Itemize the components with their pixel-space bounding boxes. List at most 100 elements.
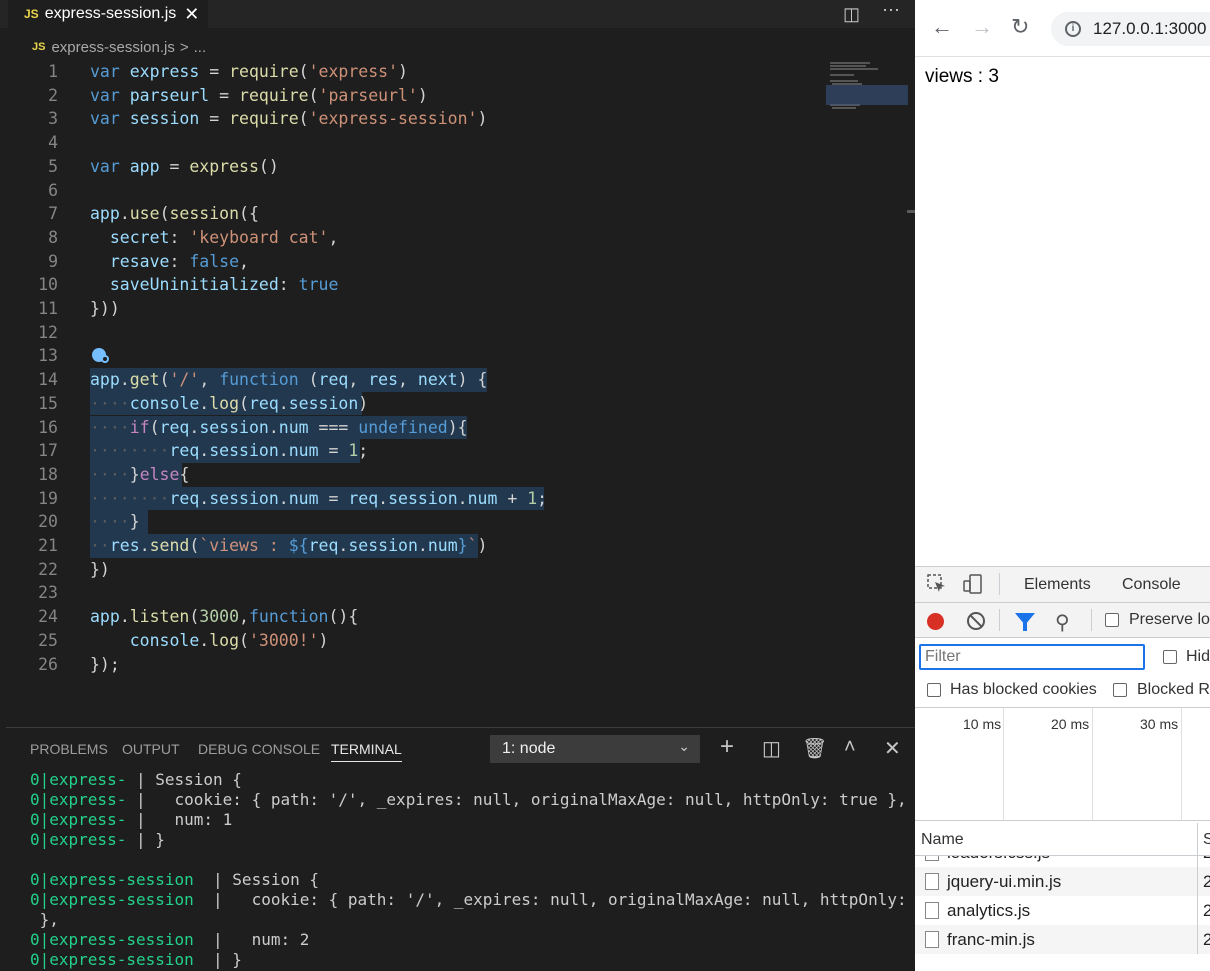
code-text: ····console.log(req.session) bbox=[90, 393, 369, 413]
code-text: ····if(req.session.num === undefined){ bbox=[90, 417, 468, 437]
code-line[interactable]: 11})) bbox=[0, 297, 830, 321]
devtools-tab-elements[interactable]: Elements bbox=[1024, 576, 1091, 594]
file-icon bbox=[925, 856, 939, 861]
code-line[interactable]: 8 secret: 'keyboard cat', bbox=[0, 226, 830, 250]
preserve-log-label: Preserve lo bbox=[1129, 611, 1210, 628]
status-column-header[interactable]: S bbox=[1203, 831, 1210, 849]
address-bar[interactable]: i 127.0.0.1:3000 bbox=[1051, 12, 1210, 46]
line-number: 16 bbox=[38, 417, 58, 437]
code-line[interactable]: 9 resave: false, bbox=[0, 250, 830, 274]
trash-icon[interactable]: 🗑 bbox=[802, 736, 827, 761]
code-line[interactable]: 1 var express = require('express') bbox=[0, 60, 830, 84]
hide-data-urls-checkbox[interactable] bbox=[1163, 650, 1177, 664]
plus-icon[interactable]: + bbox=[720, 733, 734, 761]
code-line[interactable]: 17 ········req.session.num = 1; bbox=[0, 439, 830, 463]
line-number: 8 bbox=[48, 227, 58, 247]
terminal-line: 0|express- | num: 1 bbox=[30, 810, 233, 829]
code-line[interactable]: 13 bbox=[0, 344, 830, 368]
terminal-select[interactable]: 1: node ⌄ bbox=[490, 735, 700, 763]
terminal-line: 0|express- | } bbox=[30, 830, 165, 849]
code-line[interactable]: 16 ····if(req.session.num === undefined){ bbox=[0, 415, 830, 440]
bottom-panel: PROBLEMS OUTPUT DEBUG CONSOLE TERMINAL 1… bbox=[6, 727, 915, 971]
terminal-line: 0|express-session | cookie: { path: '/',… bbox=[30, 890, 915, 909]
split-terminal-icon[interactable]: ◫ bbox=[762, 736, 781, 761]
breadcrumb-file[interactable]: express-session.js bbox=[51, 39, 174, 56]
code-text: ········req.session.num = 1; bbox=[90, 441, 369, 461]
request-status: 2 bbox=[1203, 856, 1210, 863]
code-text: resave: false, bbox=[109, 251, 249, 271]
inspect-element-icon[interactable] bbox=[927, 574, 947, 594]
has-blocked-cookies-checkbox[interactable] bbox=[927, 683, 941, 697]
line-number: 21 bbox=[38, 536, 58, 555]
editor-scrollbar[interactable] bbox=[907, 210, 915, 213]
tab-output[interactable]: OUTPUT bbox=[122, 741, 180, 757]
more-actions-icon[interactable]: ⋯ bbox=[882, 0, 900, 21]
record-icon[interactable] bbox=[927, 613, 944, 630]
name-column-header[interactable]: Name bbox=[921, 831, 964, 849]
code-line[interactable]: 23 bbox=[0, 581, 830, 605]
code-line[interactable]: 4 bbox=[0, 131, 830, 155]
code-text: secret: 'keyboard cat', bbox=[109, 227, 339, 247]
code-line[interactable]: 2 var parseurl = require('parseurl') bbox=[0, 84, 830, 108]
code-line[interactable]: 19 ········req.session.num = req.session.… bbox=[0, 486, 830, 511]
chevron-up-icon[interactable]: ˄ bbox=[844, 736, 856, 759]
code-line[interactable]: 25 console.log('3000!') bbox=[0, 629, 830, 653]
network-request-row[interactable]: franc-min.js 2 bbox=[915, 925, 1210, 954]
code-line[interactable]: 12 bbox=[0, 321, 830, 345]
close-panel-icon[interactable]: ✕ bbox=[884, 736, 901, 761]
filter-icon[interactable] bbox=[1015, 613, 1035, 631]
line-number: 14 bbox=[38, 370, 58, 390]
code-line[interactable]: 22}) bbox=[0, 558, 830, 582]
code-editor[interactable]: JS express-session.js ✕ ◫ ⋯ JS express-s… bbox=[0, 0, 915, 971]
blocked-requests-label: Blocked R bbox=[1137, 681, 1210, 698]
editor-tab-express-session[interactable]: JS express-session.js ✕ bbox=[8, 0, 208, 28]
site-info-icon[interactable]: i bbox=[1065, 21, 1081, 37]
split-editor-icon[interactable]: ◫ bbox=[843, 4, 860, 25]
line-number: 11 bbox=[38, 299, 58, 318]
line-number: 7 bbox=[48, 204, 58, 224]
breadcrumb-symbol[interactable]: ... bbox=[194, 39, 207, 56]
request-name: franc-min.js bbox=[947, 930, 1035, 949]
search-icon[interactable]: ⚲ bbox=[1055, 610, 1070, 635]
code-line[interactable]: 6 bbox=[0, 179, 830, 203]
code-line[interactable]: 20 ····} bbox=[0, 510, 830, 534]
terminal-select-value: 1: node bbox=[502, 740, 556, 757]
code-line[interactable]: 14 app.get('/', function (req, res, next)… bbox=[0, 368, 830, 392]
network-request-row[interactable]: loaders.css.js 2 bbox=[915, 856, 1210, 867]
tab-problems[interactable]: PROBLEMS bbox=[30, 741, 108, 757]
code-line[interactable]: 24 app.listen(3000,function(){ bbox=[0, 605, 830, 629]
code-line[interactable]: 7 app.use(session({ bbox=[0, 202, 830, 226]
code-line[interactable]: 10 saveUninitialized: true bbox=[0, 273, 830, 297]
network-request-list[interactable]: loaders.css.js2jquery-ui.min.js2analytic… bbox=[915, 856, 1210, 956]
line-number: 13 bbox=[38, 346, 58, 366]
device-toolbar-icon[interactable] bbox=[963, 574, 983, 594]
tab-terminal[interactable]: TERMINAL bbox=[331, 741, 402, 762]
request-status: 2 bbox=[1203, 930, 1210, 949]
filter-input[interactable]: Filter bbox=[919, 644, 1145, 670]
forward-arrow-icon[interactable]: → bbox=[971, 14, 993, 40]
minimap-viewport[interactable] bbox=[826, 85, 908, 105]
lightbulb-icon[interactable] bbox=[92, 348, 109, 363]
devtools-tab-bar: Elements Console bbox=[915, 567, 1210, 603]
clear-icon[interactable] bbox=[967, 612, 985, 630]
network-request-row[interactable]: jquery-ui.min.js 2 bbox=[915, 867, 1210, 896]
devtools-panel: Elements Console ⚲ Preserve lo Filter Hi… bbox=[915, 566, 1210, 971]
close-tab-icon[interactable]: ✕ bbox=[184, 4, 199, 25]
tab-debug-console[interactable]: DEBUG CONSOLE bbox=[198, 741, 320, 757]
code-line[interactable]: 26}); bbox=[0, 653, 830, 677]
code-line[interactable]: 18 ····}else{ bbox=[0, 462, 830, 487]
network-timeline[interactable]: 10 ms 20 ms 30 ms bbox=[915, 707, 1210, 821]
code-line[interactable]: 3 var session = require('express-session'… bbox=[0, 107, 830, 131]
preserve-log-checkbox[interactable] bbox=[1105, 613, 1119, 627]
devtools-tab-console[interactable]: Console bbox=[1122, 576, 1181, 594]
reload-icon[interactable]: ↻ bbox=[1011, 14, 1029, 40]
code-line[interactable]: 5 var app = express() bbox=[0, 155, 830, 179]
code-line[interactable]: 21 ··res.send(`views : ${req.session.num}… bbox=[0, 534, 830, 558]
code-line[interactable]: 15 ····console.log(req.session) bbox=[0, 391, 830, 416]
browser-toolbar: ← → ↻ i 127.0.0.1:3000 bbox=[915, 0, 1210, 57]
panel-tab-bar: PROBLEMS OUTPUT DEBUG CONSOLE TERMINAL 1… bbox=[6, 728, 915, 768]
network-request-row[interactable]: analytics.js 2 bbox=[915, 896, 1210, 925]
back-arrow-icon[interactable]: ← bbox=[931, 14, 953, 40]
blocked-requests-checkbox[interactable] bbox=[1113, 683, 1127, 697]
line-number: 25 bbox=[38, 630, 58, 650]
